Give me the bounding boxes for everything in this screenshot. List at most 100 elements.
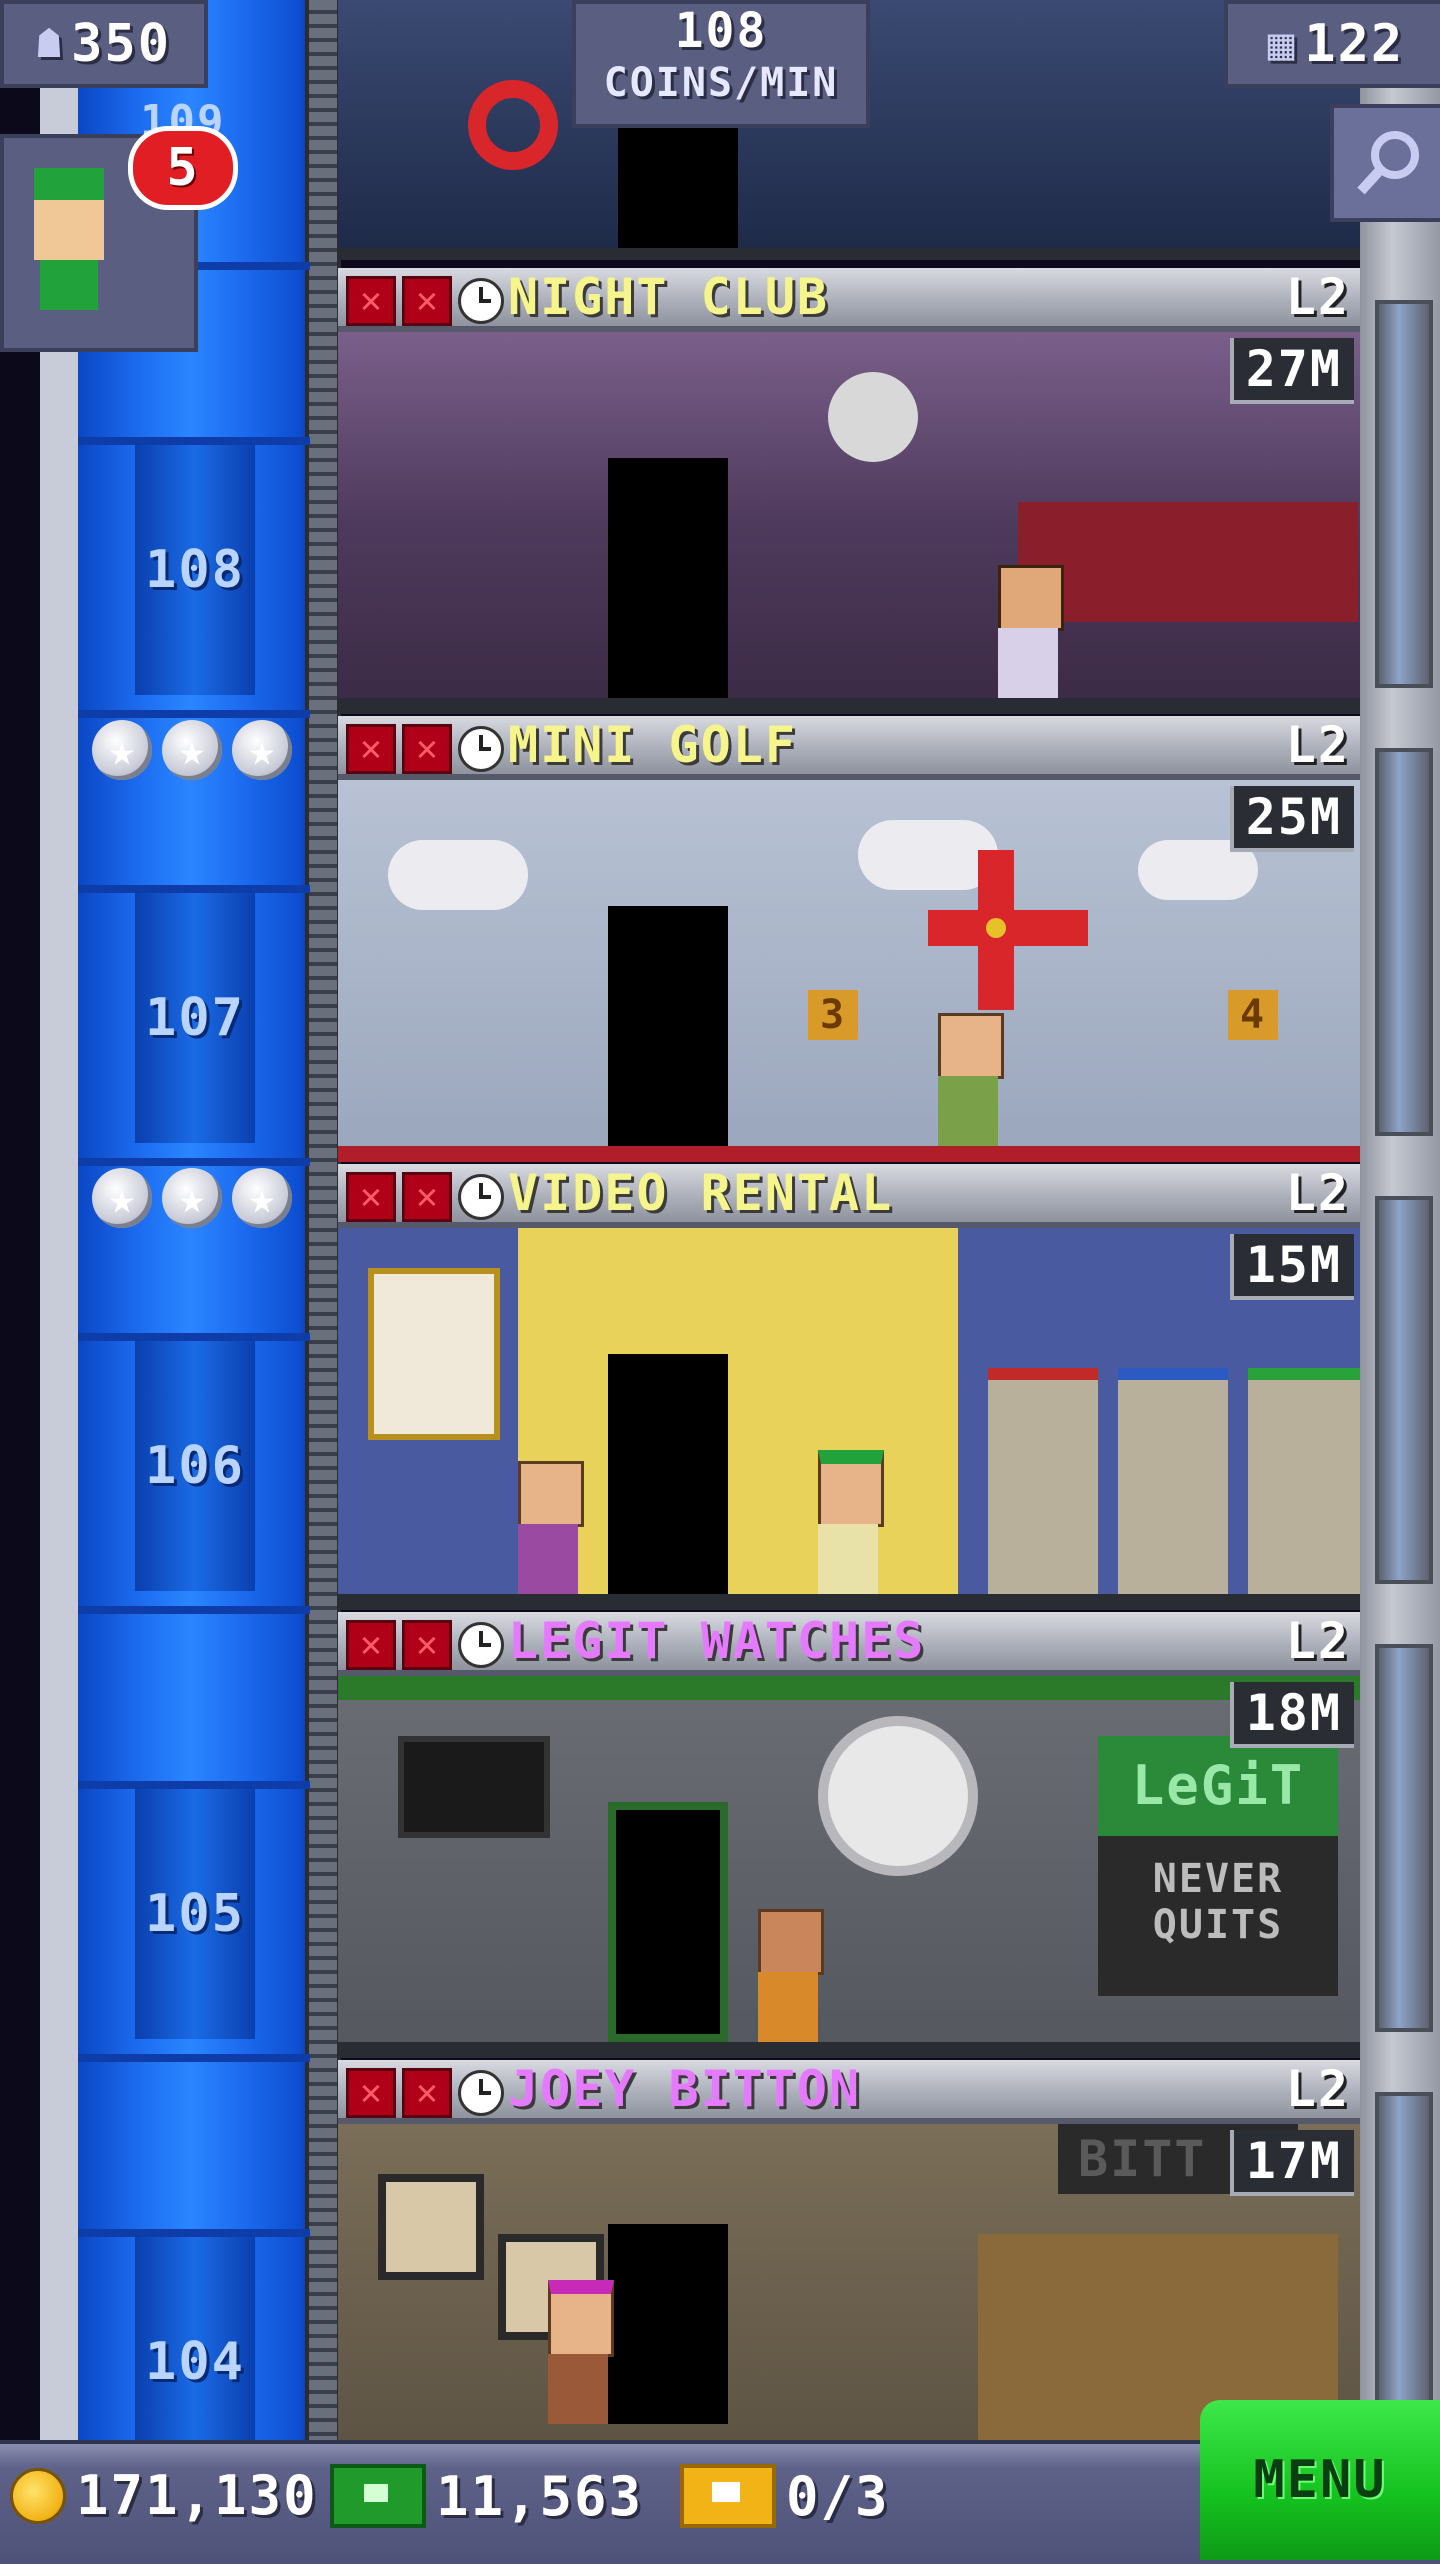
bux-icon (330, 2464, 426, 2528)
room-interior: BITT (338, 2124, 1360, 2440)
clock-icon (458, 2070, 504, 2116)
notification-badge: 5 (128, 126, 238, 210)
wall-frame (378, 2174, 484, 2280)
coins-value: 171,130 (76, 2464, 318, 2527)
population-icon: ☗ (36, 21, 64, 67)
unstocked-x-icon: ✕ (402, 276, 452, 326)
star-icon: ★ (92, 1168, 152, 1228)
room-door (608, 1802, 728, 2042)
legit-logo: LeGiT (1098, 1736, 1338, 1836)
floor-legit-watches[interactable]: ✕ ✕ LEGIT WATCHES L2 LeGiT NEVER QUITS 1… (338, 1612, 1360, 2058)
floor-mini-golf[interactable]: ✕ ✕ MINI GOLF L2 3 4 25M (338, 716, 1360, 1162)
elevator-floor-number: 106 (135, 1341, 255, 1591)
floor-count-value: 122 (1304, 14, 1405, 74)
unstocked-x-icon: ✕ (402, 724, 452, 774)
room-door (618, 118, 738, 248)
tickets-display[interactable]: 0/3 (680, 2464, 890, 2528)
floor-name: VIDEO RENTAL (508, 1164, 894, 1222)
floor-count-counter[interactable]: ▦ 122 (1224, 0, 1440, 88)
clock-icon (458, 278, 504, 324)
population-value: 350 (71, 14, 171, 74)
coin-icon (10, 2467, 66, 2524)
bitizen[interactable] (818, 1450, 884, 1594)
legit-slogan-line: QUITS (1152, 1902, 1284, 1948)
wall-window (1375, 1644, 1433, 2032)
ticket-icon (680, 2464, 776, 2528)
menu-button[interactable]: MENU (1200, 2400, 1440, 2560)
unstocked-x-icon: ✕ (346, 276, 396, 326)
bitizen[interactable] (998, 565, 1064, 698)
wall-window (1375, 300, 1433, 688)
star-icon: ★ (162, 1168, 222, 1228)
legit-slogan-line: NEVER (1152, 1856, 1284, 1902)
bitizen[interactable] (758, 1909, 824, 2042)
floor-header: ✕ ✕ NIGHT CLUB L2 (338, 268, 1360, 332)
wall-window (1375, 1196, 1433, 1584)
floor-header: ✕ ✕ JOEY BITTON L2 (338, 2060, 1360, 2124)
floor-name: JOEY BITTON (508, 2060, 862, 2118)
clock-icon (458, 1174, 504, 1220)
floor-header: ✕ ✕ VIDEO RENTAL L2 (338, 1164, 1360, 1228)
elevator-floor-number: 107 (135, 893, 255, 1143)
bux-value: 11,563 (436, 2464, 644, 2528)
room-door (608, 1354, 728, 1594)
floor-video-rental[interactable]: ✕ ✕ VIDEO RENTAL L2 15M (338, 1164, 1360, 1610)
wall-window (1375, 748, 1433, 1136)
room-interior: 3 4 (338, 780, 1360, 1162)
coins-per-min-label: COINS/MIN (603, 60, 839, 106)
floor-night-club[interactable]: ✕ ✕ NIGHT CLUB L2 27M (338, 268, 1360, 714)
floor-cost-badge: 18M (1229, 1682, 1354, 1748)
clock-icon (458, 1622, 504, 1668)
floor-header: ✕ ✕ LEGIT WATCHES L2 (338, 1612, 1360, 1676)
unstocked-x-icon: ✕ (346, 2068, 396, 2118)
room-interior (338, 1228, 1360, 1610)
lounge-sofa (1018, 502, 1358, 622)
clock-display-icon (818, 1716, 978, 1876)
bitizen[interactable] (518, 1461, 584, 1594)
coins-per-min-display: 108 COINS/MIN (572, 0, 870, 128)
disco-ball-icon (828, 372, 918, 462)
bux-display[interactable]: 11,563 (330, 2464, 643, 2528)
legit-sign-board: LeGiT NEVER QUITS (1098, 1736, 1338, 1996)
bitizen[interactable] (548, 2280, 614, 2424)
movie-poster (368, 1268, 500, 1440)
unstocked-x-icon: ✕ (346, 1620, 396, 1670)
video-shelf (1248, 1368, 1360, 1610)
unstocked-x-icon: ✕ (402, 1620, 452, 1670)
elevator-floor-number: 108 (135, 445, 255, 695)
floor-stars-106: ★ ★ ★ (92, 1168, 292, 1228)
search-button[interactable] (1330, 104, 1440, 222)
bitizen-shirt (40, 260, 98, 310)
floor-level: L2 (1285, 1164, 1350, 1222)
bitizen-face (34, 200, 104, 260)
unstocked-x-icon: ✕ (402, 1172, 452, 1222)
video-shelf (1118, 1368, 1228, 1610)
unstocked-x-icon: ✕ (346, 724, 396, 774)
star-icon: ★ (162, 720, 222, 780)
video-shelf (988, 1368, 1098, 1610)
floor-name: MINI GOLF (508, 716, 797, 774)
floor-stars-107: ★ ★ ★ (92, 720, 292, 780)
wall-tv (398, 1736, 550, 1838)
star-icon: ★ (92, 720, 152, 780)
floor-cost-badge: 17M (1229, 2130, 1354, 2196)
star-icon: ★ (232, 1168, 292, 1228)
windmill-icon (928, 850, 1088, 1010)
population-counter[interactable]: ☗ 350 (0, 0, 208, 88)
bitizen[interactable] (938, 1013, 1004, 1146)
floor-cost-badge: 27M (1229, 338, 1354, 404)
coins-per-min-value: 108 (674, 3, 768, 59)
unstocked-x-icon: ✕ (402, 2068, 452, 2118)
room-door (608, 458, 728, 698)
room-door (608, 2224, 728, 2424)
floor-level: L2 (1285, 1612, 1350, 1670)
unstocked-x-icon: ✕ (346, 1172, 396, 1222)
tickets-value: 0/3 (786, 2464, 890, 2528)
golf-hole-sign: 3 (808, 990, 858, 1040)
room-interior: LeGiT NEVER QUITS (338, 1676, 1360, 2058)
magnifier-icon (1357, 131, 1419, 195)
floor-header: ✕ ✕ MINI GOLF L2 (338, 716, 1360, 780)
star-icon: ★ (232, 720, 292, 780)
floor-joey-bitton[interactable]: ✕ ✕ JOEY BITTON L2 BITT 17M (338, 2060, 1360, 2440)
elevator-floor-number: 105 (135, 1789, 255, 2039)
